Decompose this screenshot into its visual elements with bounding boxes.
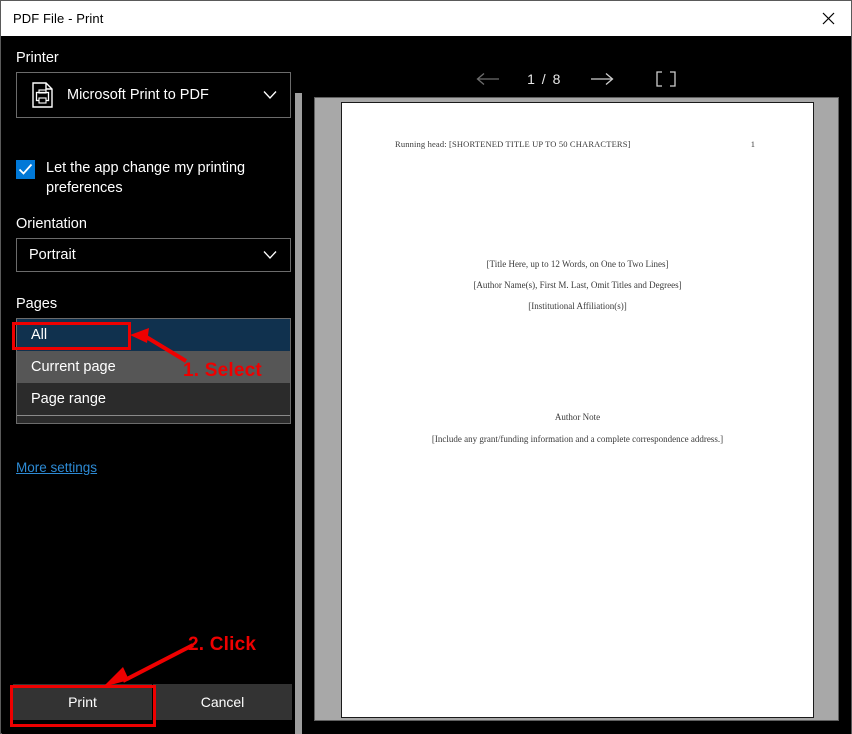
chevron-down-icon xyxy=(263,91,277,100)
window-title: PDF File - Print xyxy=(13,11,103,26)
doc-affiliation: [Institutional Affiliation(s)] xyxy=(342,301,813,311)
pages-label: Pages xyxy=(16,296,292,312)
dialog-button-row: Print Cancel xyxy=(13,684,292,720)
settings-scrollbar[interactable] xyxy=(295,93,302,734)
doc-note-heading: Author Note xyxy=(342,412,813,422)
preview-page: Running head: [SHORTENED TITLE UP TO 50 … xyxy=(341,102,814,718)
orientation-group: Orientation Portrait xyxy=(2,216,292,272)
close-button[interactable] xyxy=(805,1,851,36)
pages-option-page-range[interactable]: Page range xyxy=(17,383,290,415)
printer-group: Printer Microsoft Print to PDF xyxy=(2,50,292,118)
pages-list-footer xyxy=(17,415,290,423)
preview-pane: 1 / 8 Running head: [SHORTENED TITLE UP … xyxy=(302,36,851,734)
fit-to-page-button[interactable] xyxy=(644,64,688,94)
more-settings-link[interactable]: More settings xyxy=(16,460,97,475)
doc-page-number: 1 xyxy=(751,139,755,149)
next-page-button[interactable] xyxy=(580,64,624,94)
close-icon xyxy=(822,12,835,25)
chevron-down-icon xyxy=(263,251,277,260)
settings-pane: Printer Microsoft Print to PDF xyxy=(2,36,302,734)
cancel-button[interactable]: Cancel xyxy=(153,684,292,720)
pages-option-all[interactable]: All xyxy=(17,319,290,351)
pages-option-list: All Current page Page range xyxy=(16,318,291,424)
printer-select[interactable]: Microsoft Print to PDF xyxy=(16,72,291,118)
printer-selected-value: Microsoft Print to PDF xyxy=(67,87,209,103)
pages-option-current-page[interactable]: Current page xyxy=(17,351,290,383)
app-preferences-row[interactable]: Let the app change my printing preferenc… xyxy=(2,158,292,198)
preview-surface[interactable]: Running head: [SHORTENED TITLE UP TO 50 … xyxy=(314,97,839,721)
previous-page-button[interactable] xyxy=(466,64,510,94)
doc-note-body: [Include any grant/funding information a… xyxy=(342,434,813,444)
fit-to-page-icon xyxy=(656,71,676,87)
app-preferences-label: Let the app change my printing preferenc… xyxy=(46,158,266,198)
title-bar: PDF File - Print xyxy=(1,1,851,36)
page-counter: 1 / 8 xyxy=(510,71,580,87)
pages-group: Pages All Current page Page range xyxy=(2,296,292,424)
print-dialog-window: PDF File - Print Printer Microsoft Pr xyxy=(0,0,852,734)
document-preview: Running head: [SHORTENED TITLE UP TO 50 … xyxy=(342,103,813,717)
doc-running-head: Running head: [SHORTENED TITLE UP TO 50 … xyxy=(395,139,631,149)
orientation-selected-value: Portrait xyxy=(29,247,76,263)
app-preferences-checkbox[interactable] xyxy=(16,160,35,179)
orientation-select[interactable]: Portrait xyxy=(16,238,291,272)
doc-title: [Title Here, up to 12 Words, on One to T… xyxy=(342,259,813,269)
printer-label: Printer xyxy=(16,50,292,66)
arrow-right-icon xyxy=(590,72,614,86)
print-button[interactable]: Print xyxy=(13,684,152,720)
preview-toolbar: 1 / 8 xyxy=(302,61,851,97)
checkmark-icon xyxy=(18,163,33,176)
printer-document-icon xyxy=(31,82,55,108)
arrow-left-icon xyxy=(476,72,500,86)
doc-author: [Author Name(s), First M. Last, Omit Tit… xyxy=(342,280,813,290)
orientation-label: Orientation xyxy=(16,216,292,232)
